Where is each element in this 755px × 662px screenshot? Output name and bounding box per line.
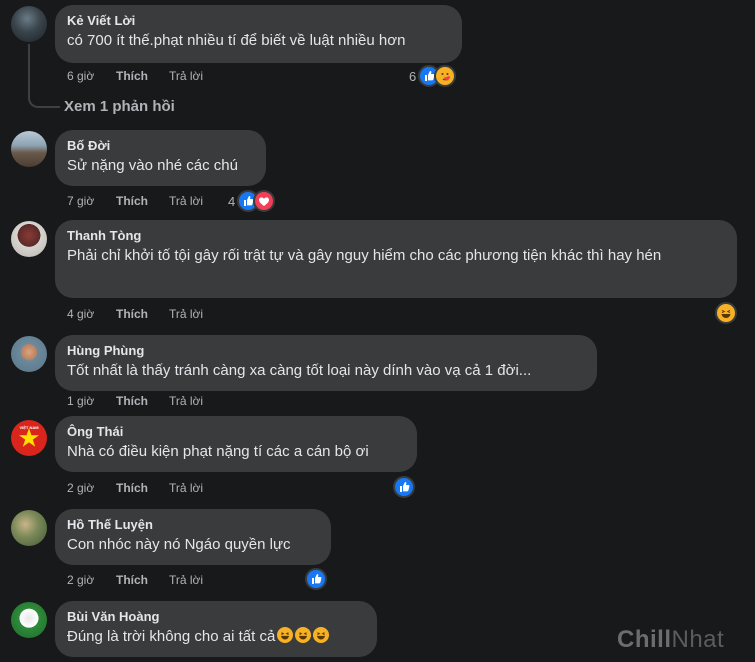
comment-text: Phải chỉ khởi tố tội gây rối trật tự và … (67, 247, 662, 264)
reaction-summary[interactable]: 4 (228, 190, 276, 212)
avatar[interactable] (11, 131, 47, 167)
comment-bubble: Hùng Phùng Tốt nhất là thấy tránh càng x… (55, 335, 597, 391)
comment-text-content: Đúng là trời không cho ai tất cả (67, 628, 276, 645)
avatar-flag-label: VIỆT NAM (19, 425, 39, 430)
comment-bubble: Ông Thái Nhà có điều kiện phạt nặng tí c… (55, 416, 417, 472)
heart-reaction-icon (253, 190, 276, 212)
comment-time[interactable]: 2 giờ (67, 480, 94, 496)
reply-button[interactable]: Trả lời (169, 393, 203, 409)
comment-text: Nhà có điều kiện phạt nặng tí các a cán … (67, 443, 369, 460)
comment-bubble: Bùi Văn Hoàng Đúng là trời không cho ai … (55, 601, 377, 657)
laughing-emoji-icon (295, 627, 312, 643)
watermark-part1: Chill (617, 626, 672, 653)
reaction-count: 6 (409, 68, 417, 84)
reply-button[interactable]: Trả lời (169, 480, 203, 496)
watermark-logo: ChillNhat (617, 626, 724, 654)
comment-time[interactable]: 6 giờ (67, 68, 94, 84)
comment-bubble: Bố Đời Sử nặng vào nhé các chú (55, 130, 266, 186)
comment-author[interactable]: Ông Thái (67, 424, 405, 440)
view-replies-link[interactable]: Xem 1 phản hồi (64, 98, 175, 115)
comment-author[interactable]: Thanh Tòng (67, 228, 725, 244)
comment-text: Đúng là trời không cho ai tất cả (67, 627, 365, 647)
comment-author[interactable]: Bố Đời (67, 138, 254, 154)
reaction-summary[interactable]: 6 (409, 65, 457, 87)
watermark-part2: Nhat (671, 626, 725, 653)
reply-button[interactable]: Trả lời (169, 68, 203, 84)
avatar[interactable] (11, 221, 47, 257)
thread-connector (28, 44, 60, 108)
reaction-summary[interactable] (305, 568, 327, 590)
reply-button[interactable]: Trả lời (169, 193, 203, 209)
reaction-summary[interactable] (715, 302, 737, 324)
comment-author[interactable]: Bùi Văn Hoàng (67, 609, 365, 625)
haha-reaction-icon (715, 302, 737, 324)
comment-bubble: Hồ Thế Luyện Con nhóc này nó Ngáo quyền … (55, 509, 331, 565)
like-reaction-icon (305, 568, 327, 590)
comment-bubble: Thanh Tòng Phải chỉ khởi tố tội gây rối … (55, 220, 737, 298)
like-button[interactable]: Thích (116, 572, 148, 588)
reply-button[interactable]: Trả lời (169, 306, 203, 322)
comment-text: có 700 ít thế.phạt nhiều tí để biết về l… (67, 32, 406, 49)
comment-time[interactable]: 7 giờ (67, 193, 94, 209)
reaction-count: 4 (228, 193, 236, 209)
comment-time[interactable]: 4 giờ (67, 306, 94, 322)
laughing-emoji-icon (277, 627, 294, 643)
like-button[interactable]: Thích (116, 393, 148, 409)
reaction-summary[interactable] (393, 476, 415, 498)
comment-author[interactable]: Hồ Thế Luyện (67, 517, 319, 533)
laughing-emoji-icon (313, 627, 330, 643)
avatar[interactable] (11, 336, 47, 372)
like-button[interactable]: Thích (116, 68, 148, 84)
like-button[interactable]: Thích (116, 480, 148, 496)
like-button[interactable]: Thích (116, 193, 148, 209)
comment-text: Con nhóc này nó Ngáo quyền lực (67, 536, 291, 553)
care-reaction-icon (434, 65, 457, 87)
comment-bubble: Kẻ Viết Lời có 700 ít thế.phạt nhiều tí … (55, 5, 462, 63)
comment-text: Tốt nhất là thấy tránh càng xa càng tốt … (67, 362, 532, 379)
like-button[interactable]: Thích (116, 306, 148, 322)
comment-author[interactable]: Hùng Phùng (67, 343, 585, 359)
comment-time[interactable]: 1 giờ (67, 393, 94, 409)
comment-time[interactable]: 2 giờ (67, 572, 94, 588)
reply-button[interactable]: Trả lời (169, 572, 203, 588)
comment-text: Sử nặng vào nhé các chú (67, 157, 238, 174)
comment-author[interactable]: Kẻ Viết Lời (67, 13, 450, 29)
like-reaction-icon (393, 476, 415, 498)
avatar[interactable] (11, 510, 47, 546)
avatar[interactable] (11, 6, 47, 42)
avatar[interactable]: VIỆT NAM (11, 420, 47, 456)
avatar[interactable] (11, 602, 47, 638)
